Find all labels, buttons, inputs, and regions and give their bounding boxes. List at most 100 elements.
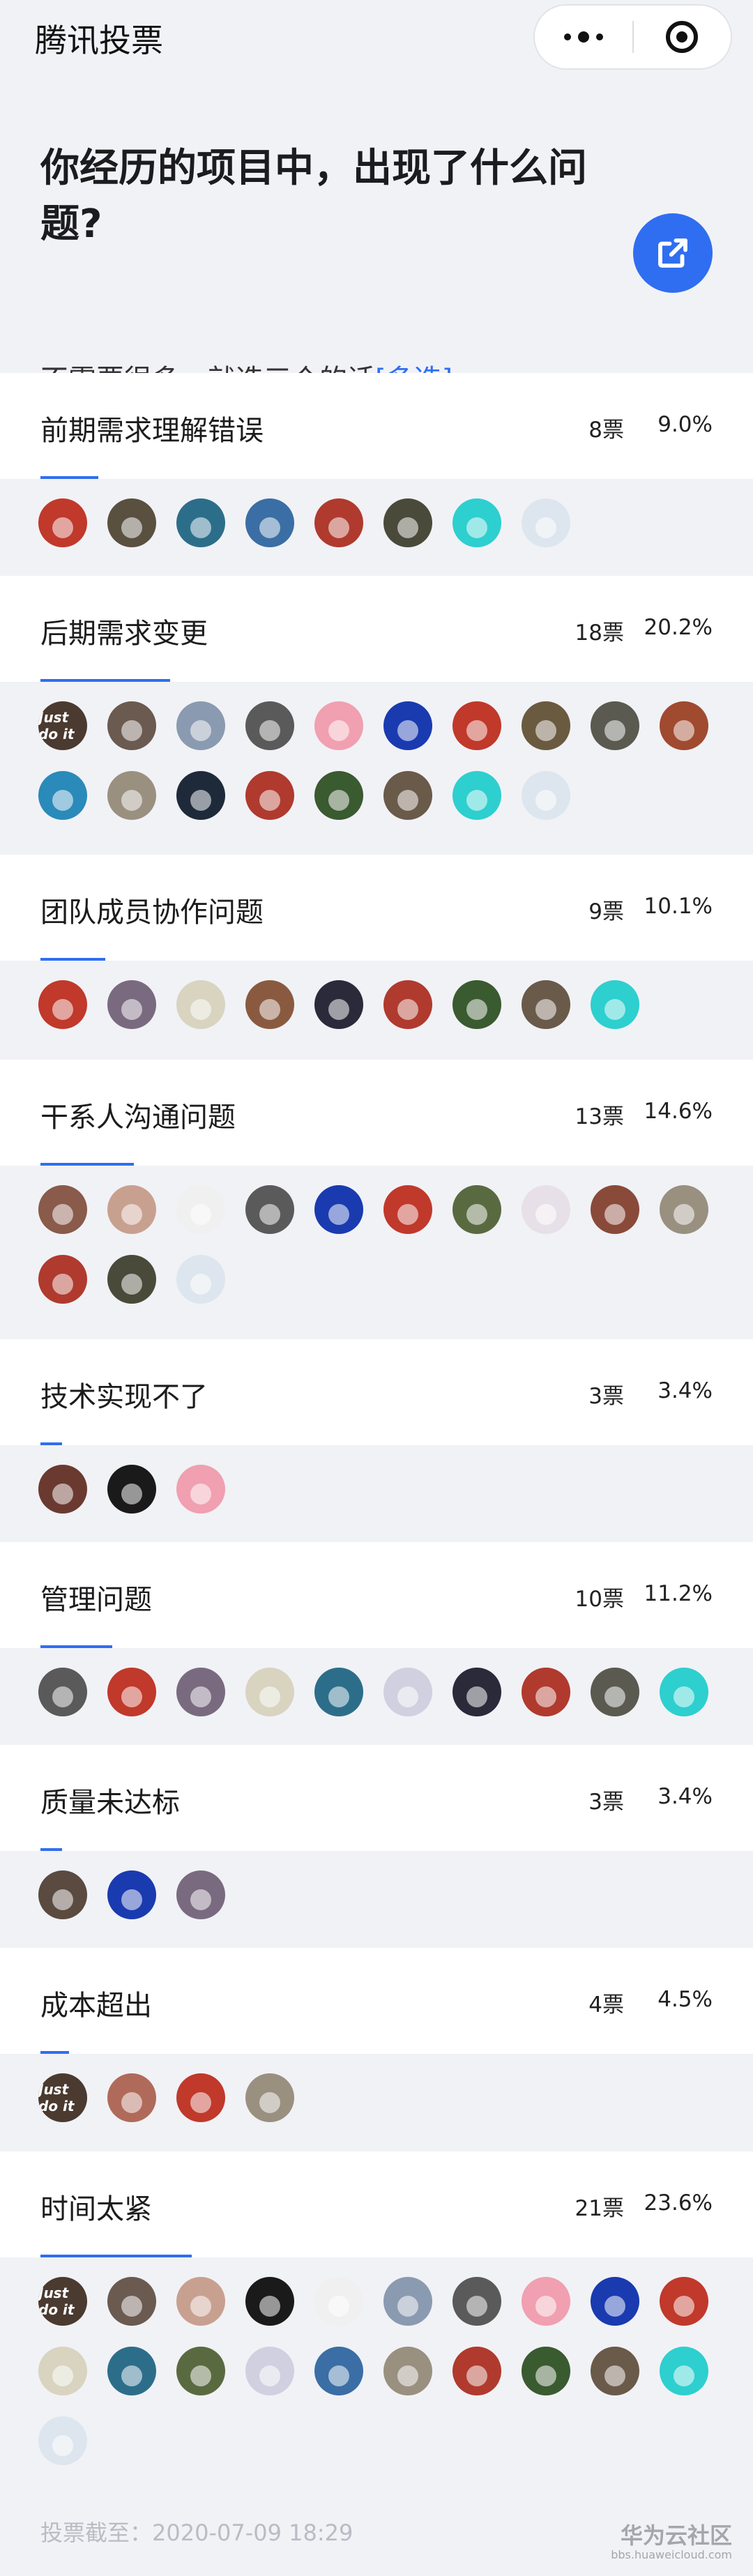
option-vote-count: 4票 (588, 1992, 624, 2018)
voter-avatar (176, 1870, 225, 1919)
voter-avatar (38, 1870, 87, 1919)
avatar-face-icon (535, 517, 556, 538)
avatar-face-icon (121, 1686, 142, 1707)
avatar-face-icon (466, 517, 487, 538)
voter-avatar (107, 980, 156, 1029)
avatar-face-icon (397, 517, 418, 538)
avatar-face-icon (190, 2092, 211, 2113)
voter-avatar (660, 1185, 708, 1234)
avatar-face-icon (604, 999, 625, 1020)
voter-avatar (383, 980, 432, 1029)
vote-option[interactable]: 时间太紧 21票 23.6% Just do it (0, 2151, 753, 2494)
external-link-icon (658, 238, 687, 268)
avatar-face-icon (52, 790, 73, 811)
voter-avatar (107, 2073, 156, 2122)
option-percent: 11.2% (644, 1581, 713, 1606)
voter-avatar (38, 771, 87, 820)
watermark-url: bbs.huaweicloud.com (611, 2548, 732, 2561)
voter-avatar (38, 980, 87, 1029)
option-header[interactable]: 质量未达标 3票 3.4% (0, 1745, 753, 1851)
vote-option[interactable]: 管理问题 10票 11.2% (0, 1542, 753, 1746)
voter-avatar (107, 1255, 156, 1304)
avatar-face-icon (397, 2296, 418, 2317)
voter-avatar (452, 980, 501, 1029)
voter-avatar (38, 1668, 87, 1716)
option-header[interactable]: 技术实现不了 3票 3.4% (0, 1339, 753, 1445)
vote-option[interactable]: 质量未达标 3票 3.4% (0, 1745, 753, 1949)
avatar-face-icon (328, 999, 349, 1020)
watermark-brand: 华为云社区 (620, 2522, 732, 2549)
voter-avatar (176, 1185, 225, 1234)
avatar-face-icon (466, 1686, 487, 1707)
voter-avatar (452, 1668, 501, 1716)
vote-option[interactable]: 团队成员协作问题 9票 10.1% (0, 855, 753, 1058)
option-header[interactable]: 团队成员协作问题 9票 10.1% (0, 855, 753, 961)
voter-avatar (38, 1465, 87, 1514)
avatar-face-icon (535, 1686, 556, 1707)
voter-avatar (176, 498, 225, 547)
avatar-face-icon (190, 1204, 211, 1225)
voter-avatar (660, 1668, 708, 1716)
avatar-face-icon (121, 517, 142, 538)
option-header[interactable]: 成本超出 4票 4.5% (0, 1948, 753, 2054)
avatar-face-icon (190, 999, 211, 1020)
avatar-face-icon (121, 1274, 142, 1295)
voter-avatar (176, 980, 225, 1029)
option-vote-count: 18票 (575, 620, 624, 646)
option-header[interactable]: 管理问题 10票 11.2% (0, 1542, 753, 1648)
voter-avatar (452, 2347, 501, 2395)
avatar-face-icon (328, 1204, 349, 1225)
option-header[interactable]: 前期需求理解错误 8票 9.0% (0, 373, 753, 479)
avatar-face-icon (466, 720, 487, 741)
voter-avatar (107, 701, 156, 750)
vote-option[interactable]: 后期需求变更 18票 20.2% Just do it (0, 576, 753, 849)
option-label: 质量未达标 (40, 1787, 180, 1819)
voter-avatar (245, 2277, 294, 2326)
avatar-face-icon (604, 1686, 625, 1707)
close-button[interactable] (634, 6, 731, 68)
option-vote-count: 10票 (575, 1587, 624, 1612)
option-header[interactable]: 干系人沟通问题 13票 14.6% (0, 1060, 753, 1166)
voter-avatar (452, 771, 501, 820)
voter-avatars (0, 1166, 753, 1333)
avatar-face-icon (604, 2365, 625, 2386)
share-button[interactable] (633, 213, 713, 293)
avatar-face-icon (259, 1686, 280, 1707)
option-label: 后期需求变更 (40, 618, 208, 650)
option-percent: 14.6% (644, 1099, 713, 1124)
avatar-face-icon (397, 720, 418, 741)
avatar-face-icon (259, 1204, 280, 1225)
avatar-face-icon (52, 2435, 73, 2456)
option-label: 团队成员协作问题 (40, 897, 264, 929)
avatar-face-icon (674, 2296, 694, 2317)
voter-avatar (107, 1870, 156, 1919)
avatar-face-icon (190, 1484, 211, 1504)
avatar-face-icon (328, 2296, 349, 2317)
voter-avatar: Just do it (38, 2073, 87, 2122)
avatar-face-icon (604, 1204, 625, 1225)
avatar-face-icon (190, 517, 211, 538)
vote-option[interactable]: 成本超出 4票 4.5% Just do it (0, 1948, 753, 2151)
option-header[interactable]: 后期需求变更 18票 20.2% (0, 576, 753, 682)
option-vote-count: 3票 (588, 1790, 624, 1815)
avatar-face-icon (397, 2365, 418, 2386)
avatar-face-icon (466, 2365, 487, 2386)
voter-avatar (314, 2347, 363, 2395)
option-header[interactable]: 时间太紧 21票 23.6% (0, 2151, 753, 2257)
voter-avatar (314, 980, 363, 1029)
vote-option[interactable]: 技术实现不了 3票 3.4% (0, 1339, 753, 1543)
more-button[interactable] (535, 6, 632, 68)
target-circle-icon (666, 21, 699, 53)
option-percent: 3.4% (657, 1378, 713, 1403)
vote-option[interactable]: 干系人沟通问题 13票 14.6% (0, 1060, 753, 1333)
avatar-lettering: Just do it (38, 2081, 75, 2114)
question-header: 你经历的项目中，出现了什么问题? 不需要很多，就选三个的话[多选] (0, 77, 753, 396)
avatar-face-icon (328, 517, 349, 538)
avatar-face-icon (328, 1686, 349, 1707)
option-vote-count: 13票 (575, 1104, 624, 1129)
option-vote-count: 21票 (575, 2196, 624, 2221)
option-percent: 3.4% (657, 1784, 713, 1809)
voter-avatars: Just do it (0, 682, 753, 849)
voter-avatar (383, 771, 432, 820)
vote-option[interactable]: 前期需求理解错误 8票 9.0% (0, 373, 753, 577)
